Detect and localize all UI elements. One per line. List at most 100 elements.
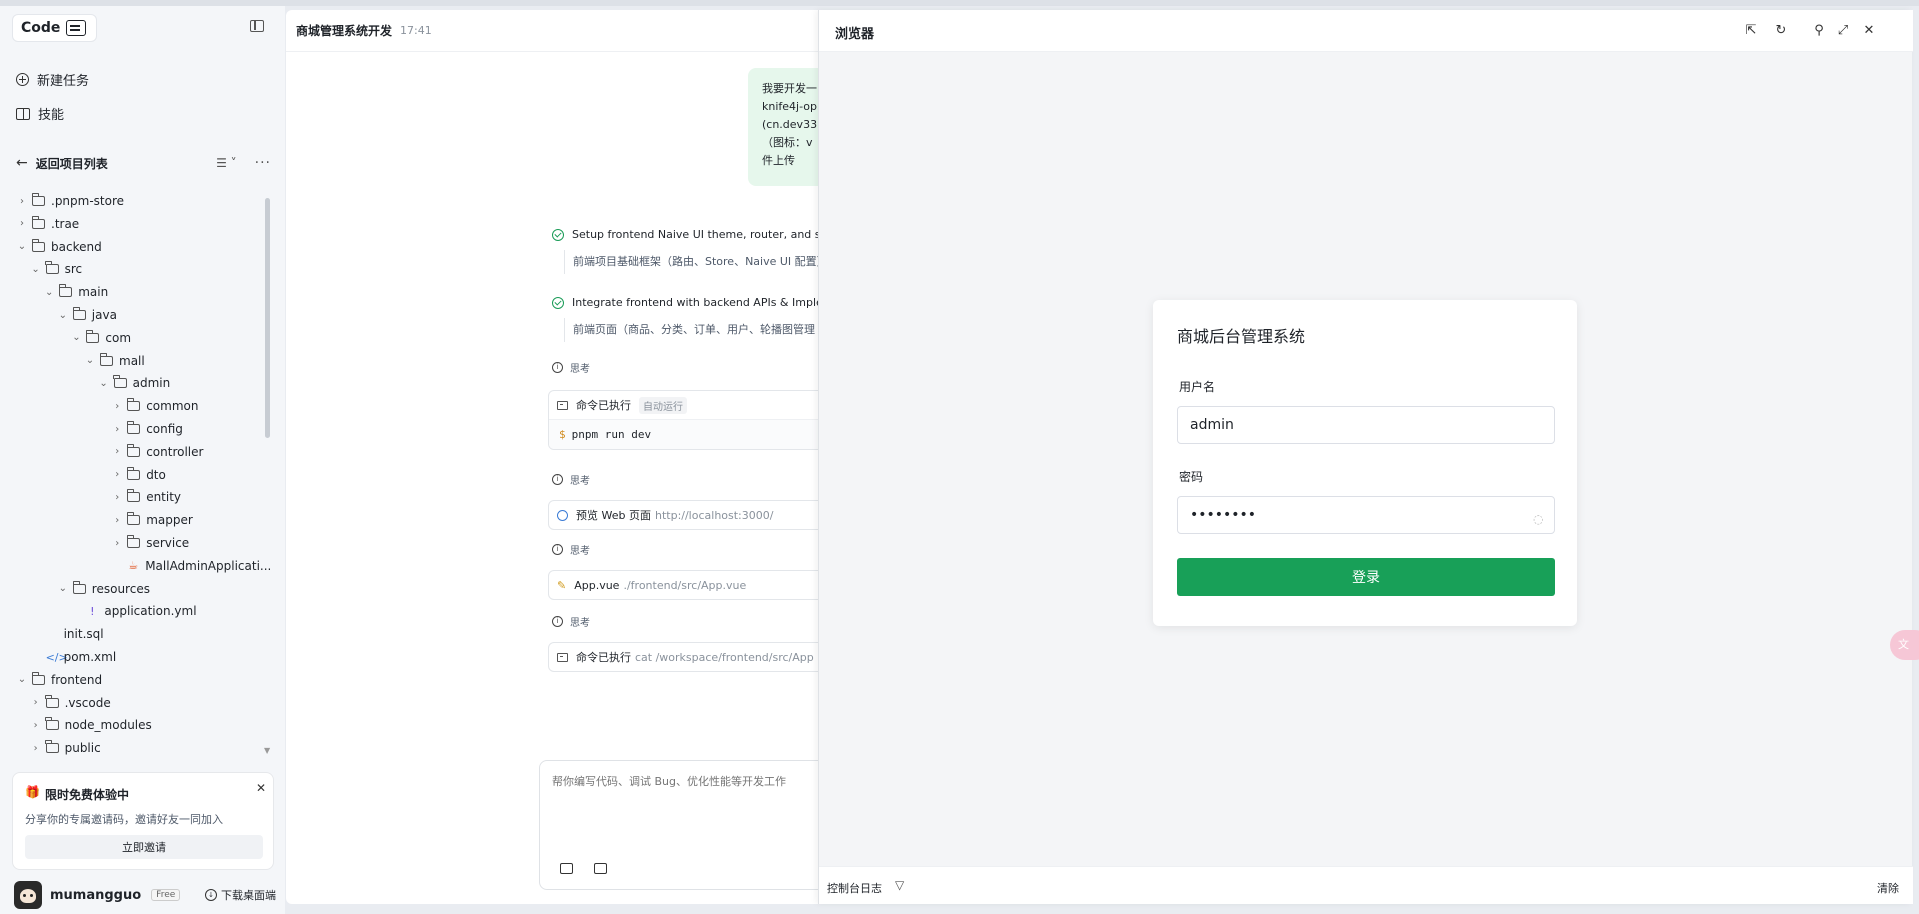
preview-card[interactable]: 预览 Web 页面 http://localhost:3000/ — [548, 500, 848, 530]
cmd-executed-label: 命令已执行 — [576, 399, 631, 412]
info-icon: i — [552, 616, 563, 627]
chevron-down-icon: ⌄ — [44, 286, 54, 298]
login-card: 商城后台管理系统 用户名 密码 ◌ 登录 — [1153, 300, 1577, 626]
tree-item[interactable]: ⌄ resources — [57, 578, 150, 600]
pin-icon[interactable]: ⚲ — [1811, 23, 1827, 38]
promo-title: 限时免费体验中 — [45, 788, 130, 802]
tree-item[interactable]: › mapper — [111, 509, 193, 531]
password-input[interactable] — [1177, 496, 1555, 534]
task-step-2[interactable]: Integrate frontend with backend APIs & I… — [552, 296, 823, 309]
folder-icon — [99, 352, 113, 366]
xml-file-icon: </> — [45, 650, 68, 664]
task-step-title: Setup frontend Naive UI theme, router, a… — [572, 228, 825, 241]
chevron-down-icon: ⌄ — [58, 583, 67, 595]
command-card-2[interactable]: 命令已执行 cat /workspace/frontend/src/App — [548, 642, 848, 672]
tree-item-label: entity — [146, 490, 182, 505]
tree-item[interactable]: </> pom.xml — [30, 646, 117, 668]
refresh-icon[interactable]: ↻ — [1773, 23, 1789, 38]
think-toggle[interactable]: i 思考 — [552, 542, 590, 557]
more-icon[interactable]: ··· — [255, 155, 271, 171]
close-icon[interactable]: ✕ — [256, 781, 266, 795]
eye-off-icon[interactable]: ◌ — [1533, 512, 1543, 526]
think-toggle[interactable]: i 思考 — [552, 360, 590, 375]
close-icon[interactable]: ✕ — [1861, 23, 1877, 38]
command-text: cat /workspace/frontend/src/App — [635, 650, 814, 664]
back-to-projects[interactable]: ← 返回项目列表 ☰ ˅ ··· — [16, 152, 271, 174]
edited-file: App.vue — [574, 578, 620, 592]
chevron-right-icon: › — [115, 514, 120, 526]
tree-item[interactable]: init.sql — [30, 623, 104, 645]
avatar[interactable] — [14, 881, 42, 909]
user-message-line: 我要开发一 — [762, 82, 817, 95]
translate-icon[interactable]: 文 — [1890, 630, 1919, 660]
chevron-down-icon: ⌄ — [99, 377, 108, 389]
tree-item[interactable]: ⌄ main — [43, 281, 108, 303]
tree-item[interactable]: ⌄ com — [70, 327, 131, 349]
tree-item[interactable]: › public — [30, 737, 101, 759]
clear-button[interactable]: 清除 — [1877, 880, 1899, 896]
command-card[interactable]: 命令已执行 自动运行 $ pnpm run dev — [548, 390, 848, 450]
tree-scrollbar[interactable] — [265, 198, 270, 438]
folder-icon — [45, 740, 59, 754]
composer-input[interactable] — [552, 775, 842, 788]
new-task-button[interactable]: 新建任务 — [16, 70, 89, 89]
folder-icon — [72, 307, 86, 320]
tree-item[interactable]: › dto — [111, 464, 166, 486]
download-desktop-button[interactable]: ↓ 下载桌面端 — [205, 887, 276, 903]
filter-icon[interactable]: ▽ — [895, 878, 904, 892]
tree-item-label: com — [105, 330, 132, 345]
pointer-select-icon[interactable]: ⇱ — [1743, 23, 1759, 38]
expand-icon[interactable]: ⤢ — [1835, 23, 1851, 38]
tree-item[interactable]: › .trae — [16, 213, 79, 235]
tree-item[interactable]: › .pnpm-store — [16, 190, 124, 212]
task-step-1[interactable]: Setup frontend Naive UI theme, router, a… — [552, 228, 825, 241]
download-label: 下载桌面端 — [221, 889, 276, 902]
image-icon[interactable] — [594, 863, 607, 874]
folder-icon — [126, 535, 141, 548]
tree-item-label: .pnpm-store — [51, 194, 125, 208]
sidebar-collapse-icon[interactable] — [250, 20, 264, 32]
login-button[interactable]: 登录 — [1177, 558, 1555, 596]
add-circle-icon — [16, 73, 29, 86]
scroll-down-icon[interactable]: ▼ — [264, 746, 270, 755]
tree-item[interactable]: › controller — [111, 441, 203, 463]
console-log-tab[interactable]: 控制台日志 — [827, 880, 882, 896]
tree-item[interactable]: ⌄ admin — [98, 372, 170, 394]
tree-item-label: config — [146, 422, 183, 436]
tree-item-label: dto — [146, 467, 166, 482]
tree-item[interactable]: › node_modules — [30, 714, 152, 736]
user-message-line: （图标：v — [762, 136, 813, 149]
tree-item[interactable]: › common — [111, 395, 198, 417]
tree-item[interactable]: › .vscode — [30, 692, 111, 714]
think-toggle[interactable]: i 思考 — [552, 614, 590, 629]
folder-icon — [31, 193, 45, 206]
chevron-right-icon: › — [33, 742, 38, 754]
tree-item[interactable]: › service — [111, 532, 189, 554]
tree-item[interactable]: › entity — [111, 486, 181, 508]
brand-switcher[interactable]: Code — [12, 14, 98, 42]
tree-item[interactable]: › config — [111, 418, 183, 440]
file-edit-card[interactable]: ✎ App.vue ./frontend/src/App.vue — [548, 570, 848, 600]
tree-item[interactable]: ☕ MallAdminApplicati... — [111, 555, 270, 577]
tree-item[interactable]: ⌄ java — [57, 304, 117, 326]
tree-item-label: backend — [51, 239, 102, 254]
tree-view-icon[interactable]: ☰ ˅ — [216, 156, 237, 170]
tree-item[interactable]: ⌄ backend — [16, 236, 102, 258]
tree-item[interactable]: ⌄ src — [30, 258, 82, 280]
user-name: mumangguo — [50, 887, 142, 903]
user-row: mumangguo Free ↓ 下载桌面端 — [14, 881, 276, 909]
think-toggle[interactable]: i 思考 — [552, 472, 590, 487]
task-step-title: Integrate frontend with backend APIs & I… — [572, 296, 823, 309]
tree-item[interactable]: ⌄ frontend — [16, 669, 102, 691]
chevron-right-icon: › — [115, 423, 120, 435]
tree-item[interactable]: ⌄ mall — [84, 350, 145, 372]
invite-button[interactable]: 立即邀请 — [25, 835, 263, 859]
tree-item[interactable]: ! application.yml — [70, 600, 196, 622]
chat-title: 商城管理系统开发 — [296, 24, 393, 38]
attach-code-icon[interactable] — [560, 863, 573, 874]
username-input[interactable] — [1177, 406, 1555, 444]
folder-icon — [126, 421, 141, 434]
skills-button[interactable]: 技能 — [16, 104, 64, 123]
preview-url[interactable]: http://localhost:3000/ — [655, 509, 773, 522]
tree-item-label: main — [78, 285, 109, 300]
